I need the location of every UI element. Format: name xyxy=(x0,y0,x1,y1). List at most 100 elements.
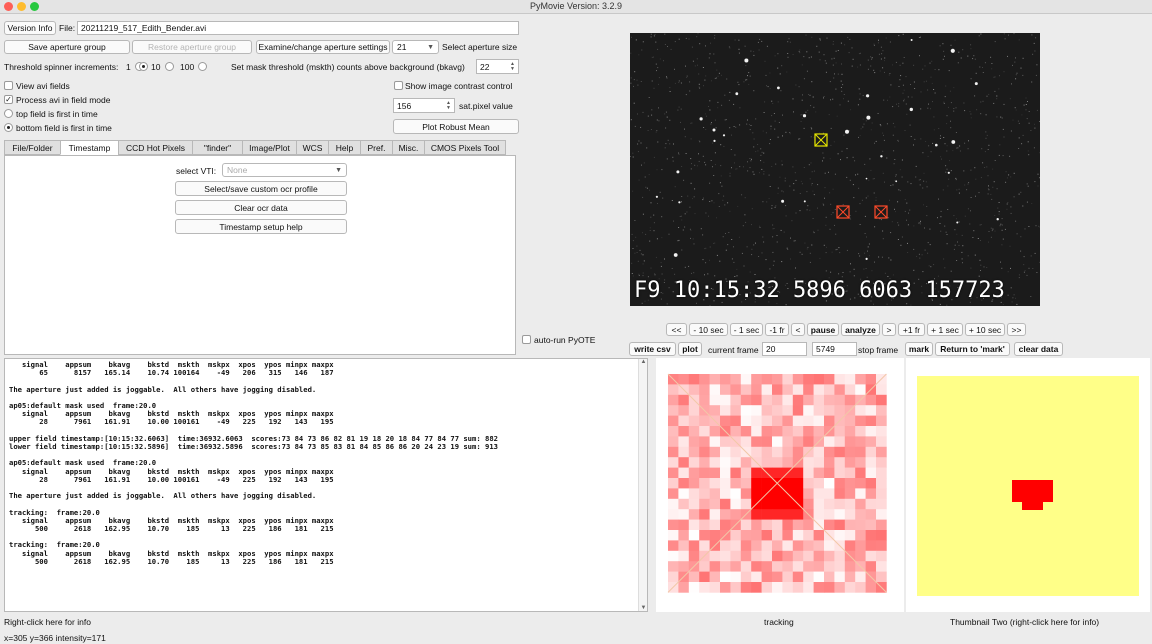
scroll-up-icon[interactable]: ▲ xyxy=(639,359,647,365)
auto-run-pyote-label: auto-run PyOTE xyxy=(534,335,596,345)
video-frame-display[interactable]: F9 10:15:32 5896 6063 157723 xyxy=(630,33,1040,306)
mask-threshold-label: Set mask threshold (mskth) counts above … xyxy=(231,62,465,72)
nav-minus-10-sec-button[interactable]: - 10 sec xyxy=(689,323,728,336)
threshold-increments-label: Threshold spinner increments: xyxy=(4,62,119,72)
thumbnail-two-background xyxy=(917,376,1139,596)
threshold-radio-100[interactable] xyxy=(198,62,207,71)
chevron-down-icon: ▼ xyxy=(427,43,434,51)
nav-minus-1-sec-button[interactable]: - 1 sec xyxy=(730,323,763,336)
sat-pixel-spinner[interactable]: 156 ▲ ▼ xyxy=(393,98,455,113)
version-info-button[interactable]: Version Info xyxy=(4,21,56,35)
window-title: PyMovie Version: 3.2.9 xyxy=(529,1,623,11)
timestamp-setup-help-button[interactable]: Timestamp setup help xyxy=(175,219,347,234)
return-to-mark-button[interactable]: Return to 'mark' xyxy=(935,342,1010,356)
clear-ocr-data-button[interactable]: Clear ocr data xyxy=(175,200,347,215)
spinner-arrows-icon[interactable]: ▲ ▼ xyxy=(510,61,515,72)
status-tracking-label: tracking xyxy=(764,617,794,627)
aperture-yellow-box[interactable] xyxy=(814,133,828,147)
auto-run-pyote-checkbox[interactable] xyxy=(522,335,531,344)
nav-minus-1-frame-button[interactable]: -1 fr xyxy=(765,323,789,336)
stop-frame-field[interactable]: 5749 xyxy=(812,342,857,356)
process-field-mode-checkbox[interactable]: ✓ xyxy=(4,95,13,104)
mask-pixels-bottom xyxy=(1022,502,1043,510)
aperture-size-value: 21 xyxy=(397,42,407,52)
threshold-option-1: 1 xyxy=(126,62,131,72)
file-name-field[interactable]: 20211219_517_Edith_Bender.avi xyxy=(77,21,519,35)
mark-button[interactable]: mark xyxy=(905,342,933,356)
file-label: File: xyxy=(59,23,76,33)
show-contrast-checkbox[interactable] xyxy=(394,81,403,90)
tab-cmos-pixels-tool[interactable]: CMOS Pixels Tool xyxy=(424,140,506,155)
top-field-first-label: top field is first in time xyxy=(16,109,98,119)
tab-timestamp[interactable]: Timestamp xyxy=(60,140,118,155)
restore-aperture-group-button[interactable]: Restore aperture group xyxy=(132,40,252,54)
status-thumbnail-two-label[interactable]: Thumbnail Two (right-click here for info… xyxy=(950,617,1099,627)
aperture-red-box-1[interactable] xyxy=(836,205,850,219)
tab-file-folder[interactable]: File/Folder xyxy=(4,140,60,155)
video-timestamp-overlay: F9 10:15:32 5896 6063 157723 xyxy=(634,278,1005,303)
select-vti-dropdown[interactable]: None ▼ xyxy=(222,163,347,177)
threshold-option-10: 10 xyxy=(151,62,161,72)
stop-frame-label: stop frame xyxy=(858,345,899,355)
tracking-heatmap xyxy=(667,373,887,593)
chevron-down-icon: ▼ xyxy=(335,166,342,174)
plot-robust-mean-button[interactable]: Plot Robust Mean xyxy=(393,119,519,134)
tracking-thumbnail[interactable] xyxy=(656,358,904,612)
aperture-red-box-2[interactable] xyxy=(874,205,888,219)
analyze-button[interactable]: analyze xyxy=(841,323,880,336)
examine-aperture-settings-button[interactable]: Examine/change aperture settings xyxy=(256,40,390,54)
bottom-field-first-radio[interactable] xyxy=(4,123,13,132)
mask-pixels-core xyxy=(1012,480,1053,502)
tab-bar: File/Folder Timestamp CCD Hot Pixels "fi… xyxy=(4,140,514,155)
custom-ocr-profile-button[interactable]: Select/save custom ocr profile xyxy=(175,181,347,196)
select-vti-label: select VTI: xyxy=(176,166,217,176)
current-frame-label: current frame xyxy=(708,345,759,355)
status-right-click-info[interactable]: Right-click here for info xyxy=(4,617,91,627)
threshold-option-100: 100 xyxy=(180,62,195,72)
clear-data-button[interactable]: clear data xyxy=(1014,342,1063,356)
nav-next-button[interactable]: > xyxy=(882,323,896,336)
select-aperture-size-label: Select aperture size xyxy=(442,42,518,52)
view-avi-fields-label: View avi fields xyxy=(16,81,70,91)
current-frame-field[interactable]: 20 xyxy=(762,342,807,356)
nav-plus-1-sec-button[interactable]: + 1 sec xyxy=(927,323,963,336)
write-csv-button[interactable]: write csv xyxy=(629,342,676,356)
aperture-size-select[interactable]: 21 ▼ xyxy=(392,40,439,54)
tab-finder[interactable]: "finder" xyxy=(192,140,242,155)
select-vti-value: None xyxy=(227,165,248,175)
threshold-radio-10[interactable] xyxy=(139,62,148,71)
nav-plus-10-sec-button[interactable]: + 10 sec xyxy=(965,323,1005,336)
title-bar: PyMovie Version: 3.2.9 xyxy=(0,0,1152,14)
sat-pixel-value: 156 xyxy=(397,100,412,111)
tab-wcs[interactable]: WCS xyxy=(296,140,328,155)
pause-button[interactable]: pause xyxy=(807,323,839,336)
tab-pref[interactable]: Pref. xyxy=(360,140,392,155)
save-aperture-group-button[interactable]: Save aperture group xyxy=(4,40,130,54)
nav-first-button[interactable]: << xyxy=(666,323,687,336)
mask-threshold-value: 22 xyxy=(480,61,490,72)
bottom-field-first-label: bottom field is first in time xyxy=(16,123,112,133)
mask-threshold-spinner[interactable]: 22 ▲ ▼ xyxy=(476,59,519,74)
sat-pixel-label: sat.pixel value xyxy=(459,101,513,111)
log-content: signal appsum bkavg bkstd mskth mskpx xp… xyxy=(9,360,498,566)
plot-button[interactable]: plot xyxy=(678,342,702,356)
threshold-radio-100-a[interactable] xyxy=(165,62,174,71)
process-field-mode-label: Process avi in field mode xyxy=(16,95,111,105)
tab-image-plot[interactable]: Image/Plot xyxy=(242,140,296,155)
top-field-first-radio[interactable] xyxy=(4,109,13,118)
tab-ccd-hot-pixels[interactable]: CCD Hot Pixels xyxy=(118,140,192,155)
log-text-area[interactable]: signal appsum bkavg bkstd mskth mskpx xp… xyxy=(4,358,648,612)
nav-last-button[interactable]: >> xyxy=(1007,323,1026,336)
nav-prev-button[interactable]: < xyxy=(791,323,805,336)
thumbnail-two[interactable] xyxy=(906,358,1150,612)
spinner-arrows-icon[interactable]: ▲ ▼ xyxy=(446,100,451,111)
log-scrollbar[interactable]: ▲ ▼ xyxy=(638,359,647,611)
scroll-down-icon[interactable]: ▼ xyxy=(639,605,647,611)
tab-help[interactable]: Help xyxy=(328,140,360,155)
tab-misc[interactable]: Misc. xyxy=(392,140,424,155)
aperture-overlays xyxy=(814,133,888,219)
view-avi-fields-checkbox[interactable] xyxy=(4,81,13,90)
show-contrast-label: Show image contrast control xyxy=(405,81,513,91)
nav-plus-1-frame-button[interactable]: +1 fr xyxy=(898,323,925,336)
cursor-readout: x=305 y=366 intensity=171 xyxy=(4,633,106,643)
